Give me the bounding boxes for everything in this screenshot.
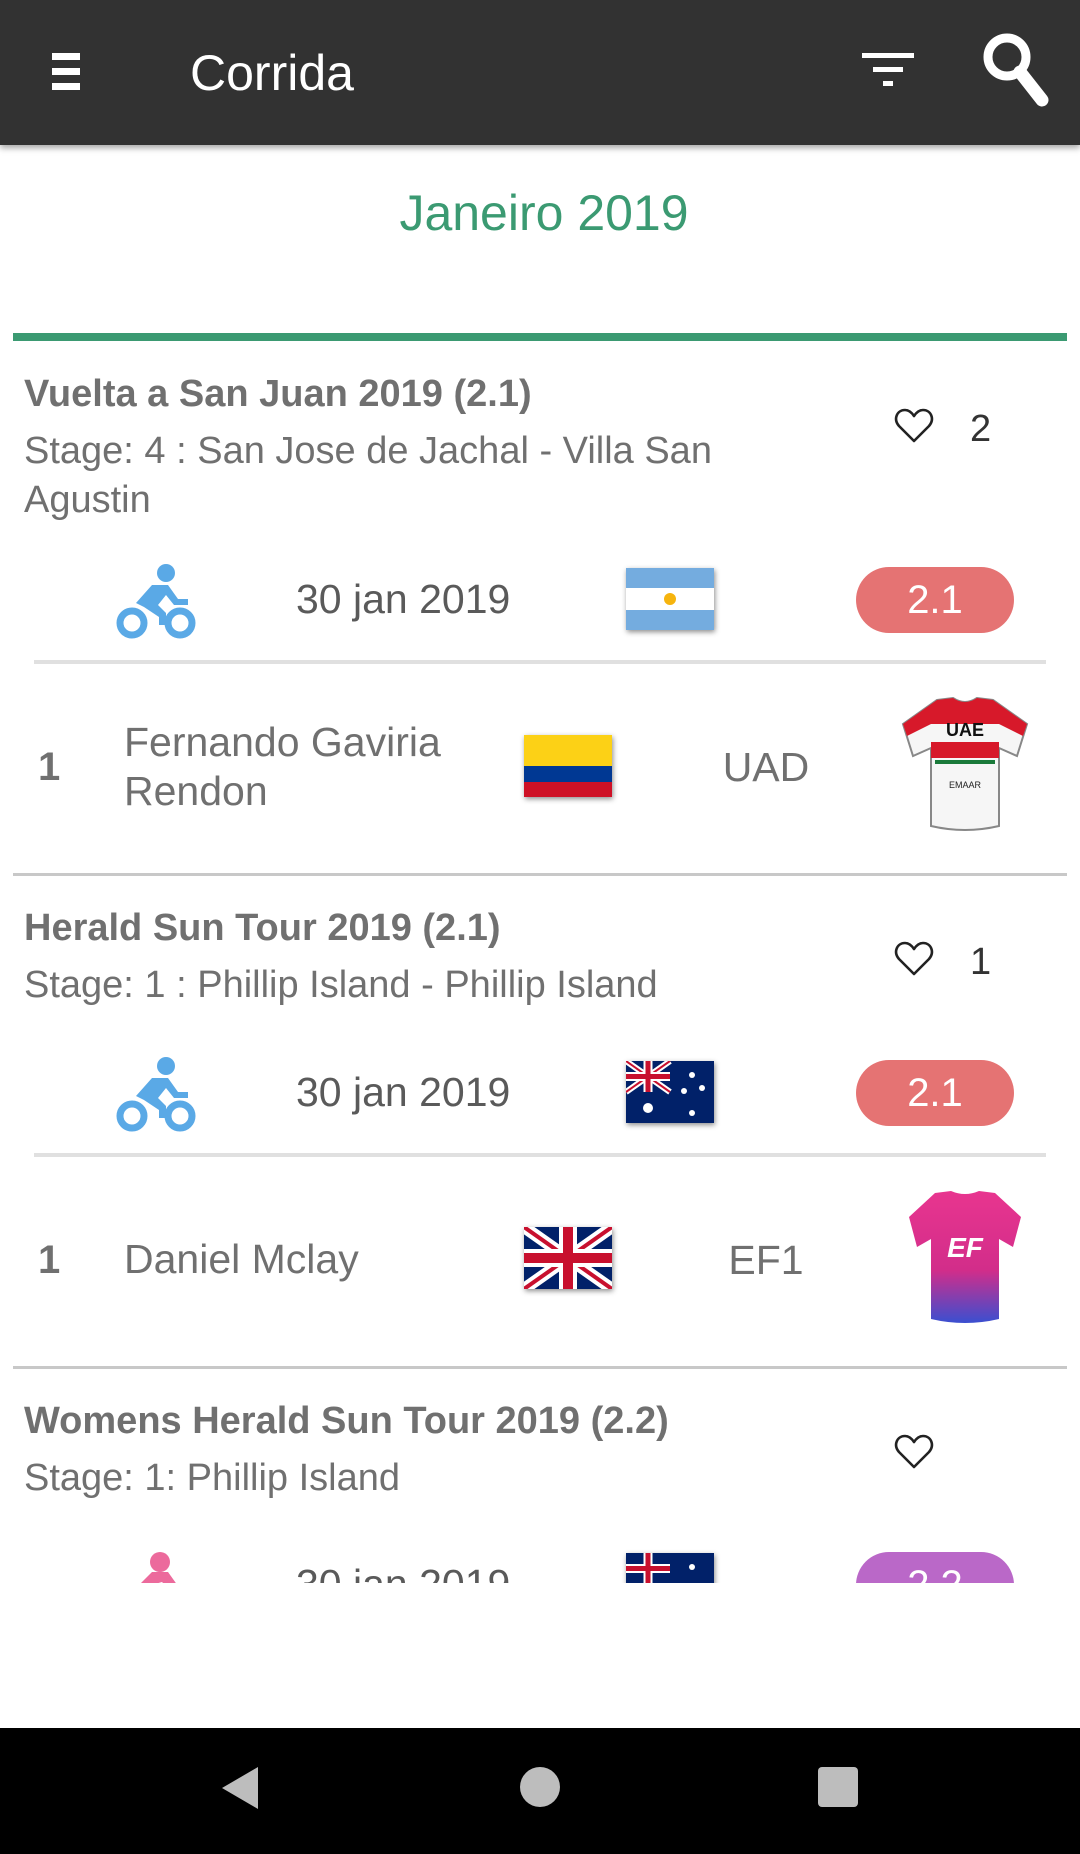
race-name: Womens Herald Sun Tour 2019 (2.2) xyxy=(24,1400,669,1442)
recent-apps-icon[interactable] xyxy=(818,1767,858,1807)
category-badge: 2.2 xyxy=(856,1552,1014,1583)
svg-text:UAE: UAE xyxy=(946,720,984,740)
divider xyxy=(34,660,1046,664)
flag-argentina-icon xyxy=(626,568,714,630)
category-badge: 2.1 xyxy=(856,1060,1014,1126)
race-separator xyxy=(13,1366,1067,1369)
like-count: 2 xyxy=(970,408,992,450)
flag-australia-icon xyxy=(626,1553,714,1583)
race-date: 30 jan 2019 xyxy=(296,1069,511,1115)
back-icon[interactable] xyxy=(218,1763,262,1813)
svg-text:EMAAR: EMAAR xyxy=(949,780,982,790)
men-cycling-icon xyxy=(116,564,196,639)
menu-icon[interactable] xyxy=(52,53,80,93)
rider-position: 1 xyxy=(38,1238,61,1282)
filter-icon[interactable] xyxy=(862,50,918,90)
app-title: Corrida xyxy=(190,45,354,101)
month-divider xyxy=(13,333,1067,341)
flag-australia-icon xyxy=(626,1061,714,1123)
category-badge: 2.1 xyxy=(856,567,1014,633)
race-date: 30 jan 2019 xyxy=(296,1561,510,1583)
women-cycling-icon xyxy=(141,1552,176,1583)
men-cycling-icon xyxy=(116,1057,196,1132)
race-date: 30 jan 2019 xyxy=(296,576,511,622)
race-name: Herald Sun Tour 2019 (2.1) xyxy=(24,907,501,949)
race-stage: Stage: 1 : Phillip Island - Phillip Isla… xyxy=(24,964,658,1006)
race-stage: Stage: 4 : San Jose de Jachal - Villa Sa… xyxy=(24,430,712,521)
app-bar: Corrida xyxy=(0,0,1080,145)
search-icon[interactable] xyxy=(980,30,1050,110)
race-separator xyxy=(13,873,1067,876)
team-code: EF1 xyxy=(728,1237,804,1283)
race-stage: Stage: 1: Phillip Island xyxy=(24,1457,401,1499)
heart-icon[interactable] xyxy=(894,1434,934,1470)
race-list[interactable]: Janeiro 2019 Vuelta a San Juan 2019 (2.1… xyxy=(0,0,1080,1583)
svg-text:EF: EF xyxy=(947,1232,984,1263)
heart-icon[interactable] xyxy=(894,408,934,444)
rider-name: Daniel Mclay xyxy=(124,1236,359,1282)
home-icon[interactable] xyxy=(520,1767,560,1807)
flag-colombia-icon xyxy=(524,735,612,797)
month-title: Janeiro 2019 xyxy=(399,185,689,241)
rider-name: Fernando Gaviria Rendon xyxy=(124,719,441,814)
rider-position: 1 xyxy=(38,745,61,789)
flag-united-kingdom-icon xyxy=(524,1227,612,1289)
system-nav-bar xyxy=(0,1728,1080,1854)
uae-jersey-icon: UAE EMAAR xyxy=(901,696,1029,831)
ef-jersey-icon: EF xyxy=(909,1191,1021,1323)
heart-icon[interactable] xyxy=(894,941,934,977)
like-count: 1 xyxy=(970,941,992,983)
divider xyxy=(34,1153,1046,1157)
race-name: Vuelta a San Juan 2019 (2.1) xyxy=(24,373,532,415)
team-code: UAD xyxy=(722,744,810,790)
